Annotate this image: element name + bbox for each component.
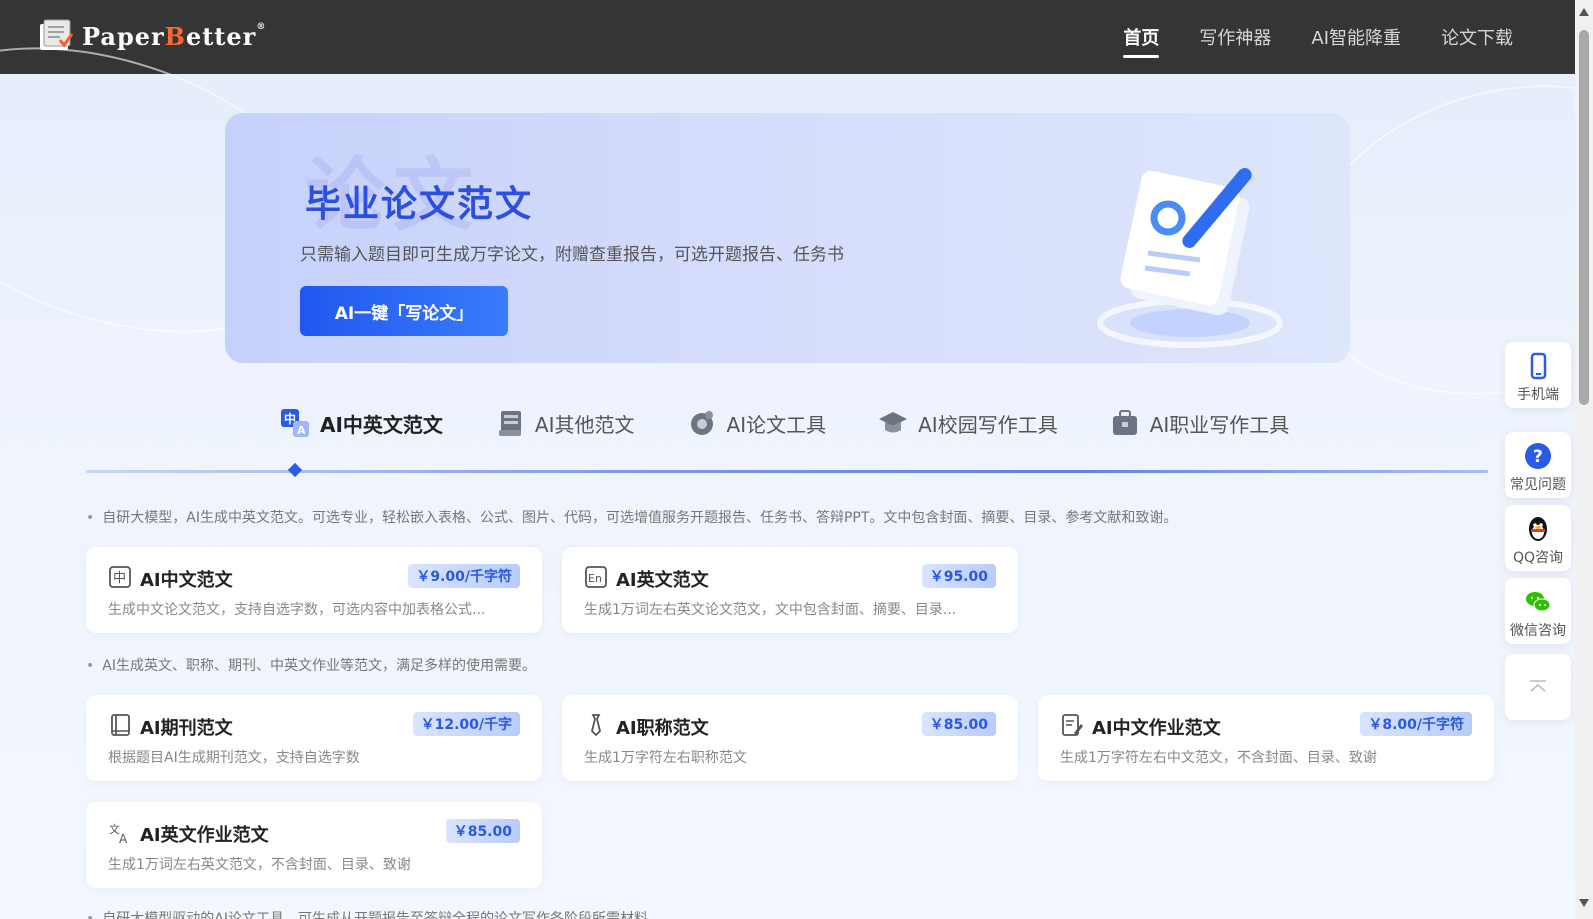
card-description: 生成1万字符左右职称范文 — [584, 750, 747, 766]
card-title: AI英文作业范文 — [140, 825, 269, 846]
gear-ai-icon — [690, 411, 713, 435]
tab-ai-campus-tools[interactable]: AI校园写作工具 — [878, 408, 1058, 438]
main-nav: 首页 写作神器 AI智能降重 论文下载 — [1083, 0, 1513, 74]
card-title: AI英文范文 — [616, 570, 709, 591]
scroll-down-arrow-icon[interactable] — [1579, 899, 1589, 907]
section-description: 自研大模型驱动的AI论文工具，可生成从开题报告至答辩全程的论文写作各阶段所需材料… — [86, 908, 662, 919]
card-price: ￥8.00/千字符 — [1360, 712, 1472, 736]
question-icon: ? — [1525, 443, 1551, 469]
tab-ai-paper-tools[interactable]: AI论文工具 — [687, 408, 827, 438]
translate-letter-icon: 文 A — [109, 822, 128, 844]
tab-label: AI职业写作工具 — [1149, 412, 1290, 437]
card-price: ￥12.00/千字 — [412, 712, 520, 736]
tab-label: AI其他范文 — [534, 412, 635, 437]
card-ai-journal-sample[interactable]: AI期刊范文 ￥12.00/千字 根据题目AI生成期刊范文，支持自选字数 — [86, 695, 542, 781]
tab-label: AI校园写作工具 — [918, 412, 1058, 437]
top-navbar: PaperBetter® 首页 写作神器 AI智能降重 论文下载 — [0, 0, 1575, 74]
card-description: 生成1万字符左右中文范文，不含封面、目录、致谢 — [1060, 750, 1377, 766]
faq-widget[interactable]: ? 常见问题 — [1505, 432, 1571, 498]
qq-label: QQ咨询 — [1512, 550, 1564, 566]
book-icon — [111, 714, 130, 736]
card-ai-chinese-sample[interactable]: 中 AI中文范文 ￥9.00/千字符 生成中文论文范文，支持自选字数，可选内容中… — [86, 547, 542, 633]
back-to-top-button[interactable] — [1505, 654, 1571, 720]
mobile-widget[interactable]: 手机端 — [1505, 342, 1571, 408]
arrow-up-icon — [1530, 680, 1546, 692]
category-tabs: 中 A AI中英文范文 AI其他范文 AI论文工具 AI校园写作工具 AI职业写… — [280, 408, 1341, 438]
nav-home[interactable]: 首页 — [1123, 24, 1160, 58]
card-ai-chinese-homework-sample[interactable]: AI中文作业范文 ￥8.00/千字符 生成1万字符左右中文范文，不含封面、目录、… — [1038, 695, 1494, 781]
card-price: ￥95.00 — [921, 564, 996, 588]
card-price: ￥9.00/千字符 — [408, 564, 520, 588]
nav-writing-tools[interactable]: 写作神器 — [1199, 24, 1271, 50]
paper-pen-illustration-icon — [1097, 168, 1283, 348]
english-en-icon: En — [585, 566, 607, 588]
edit-document-icon — [1062, 714, 1083, 736]
document-stack-icon — [498, 411, 521, 436]
wechat-icon — [1526, 592, 1551, 612]
hero-banner: 论文 毕业论文范文 只需输入题目即可生成万字论文，附赠查重报告，可选开题报告、任… — [225, 113, 1350, 363]
nav-ai-rewrite[interactable]: AI智能降重 — [1311, 24, 1401, 50]
tab-ai-career-tools[interactable]: AI职业写作工具 — [1110, 408, 1290, 438]
section-description: 自研大模型，AI生成中英文范文。可选专业，轻松嵌入表格、公式、图片、代码，可选增… — [86, 507, 1177, 527]
qq-penguin-icon — [1529, 517, 1547, 541]
section-description: AI生成英文、职称、期刊、中英文作业等范文，满足多样的使用需要。 — [86, 655, 536, 675]
card-price: ￥85.00 — [445, 819, 520, 843]
card-description: 生成中文论文范文，支持自选字数，可选内容中加表格公式... — [108, 602, 486, 618]
mobile-phone-icon — [1530, 352, 1547, 380]
scroll-up-arrow-icon[interactable] — [1579, 8, 1589, 16]
tie-icon — [591, 714, 601, 737]
translate-icon: 中 A — [281, 409, 309, 437]
wechat-label: 微信咨询 — [1510, 623, 1566, 639]
scroll-thumb[interactable] — [1579, 30, 1589, 405]
chinese-char-icon: 中 — [109, 566, 131, 588]
tab-label: AI论文工具 — [726, 412, 827, 437]
card-title: AI职称范文 — [616, 718, 709, 739]
mobile-label: 手机端 — [1517, 387, 1559, 403]
logo-text: PaperBetter® — [82, 21, 267, 51]
faq-label: 常见问题 — [1510, 477, 1566, 493]
qq-widget[interactable]: QQ咨询 — [1505, 505, 1571, 571]
card-title: AI中文作业范文 — [1092, 718, 1221, 739]
tab-ai-cn-en-sample[interactable]: 中 A AI中英文范文 — [280, 408, 443, 438]
graduation-cap-icon — [879, 412, 908, 433]
active-tab-indicator — [287, 462, 303, 478]
briefcase-icon — [1112, 410, 1137, 435]
write-paper-button[interactable]: AI一键「写论文」 — [300, 286, 508, 336]
svg-text:En: En — [588, 572, 602, 585]
card-price: ￥85.00 — [921, 712, 996, 736]
card-title: AI期刊范文 — [140, 718, 233, 739]
card-description: 生成1万词左右英文范文，不含封面、目录、致谢 — [108, 857, 411, 873]
card-description: 生成1万词左右英文论文范文，文中包含封面、摘要、目录... — [584, 602, 957, 618]
svg-text:?: ? — [1533, 447, 1543, 467]
tab-label: AI中英文范文 — [320, 412, 443, 437]
svg-text:中: 中 — [113, 571, 126, 586]
nav-paper-download[interactable]: 论文下载 — [1441, 24, 1513, 50]
svg-text:A: A — [119, 832, 128, 844]
svg-text:A: A — [297, 424, 306, 437]
tab-ai-other-sample[interactable]: AI其他范文 — [495, 408, 635, 438]
wechat-widget[interactable]: 微信咨询 — [1505, 578, 1571, 644]
hero-subtitle: 只需输入题目即可生成万字论文，附赠查重报告，可选开题报告、任务书 — [300, 245, 844, 265]
page-scrollbar[interactable] — [1575, 0, 1593, 919]
card-title: AI中文范文 — [140, 570, 233, 591]
card-ai-english-homework-sample[interactable]: 文 A AI英文作业范文 ￥85.00 生成1万词左右英文范文，不含封面、目录、… — [86, 802, 542, 888]
hero-title: 毕业论文范文 — [305, 184, 534, 225]
card-ai-title-sample[interactable]: AI职称范文 ￥85.00 生成1万字符左右职称范文 — [562, 695, 1018, 781]
card-ai-english-sample[interactable]: En AI英文范文 ￥95.00 生成1万词左右英文论文范文，文中包含封面、摘要… — [562, 547, 1018, 633]
card-description: 根据题目AI生成期刊范文，支持自选字数 — [108, 750, 360, 766]
